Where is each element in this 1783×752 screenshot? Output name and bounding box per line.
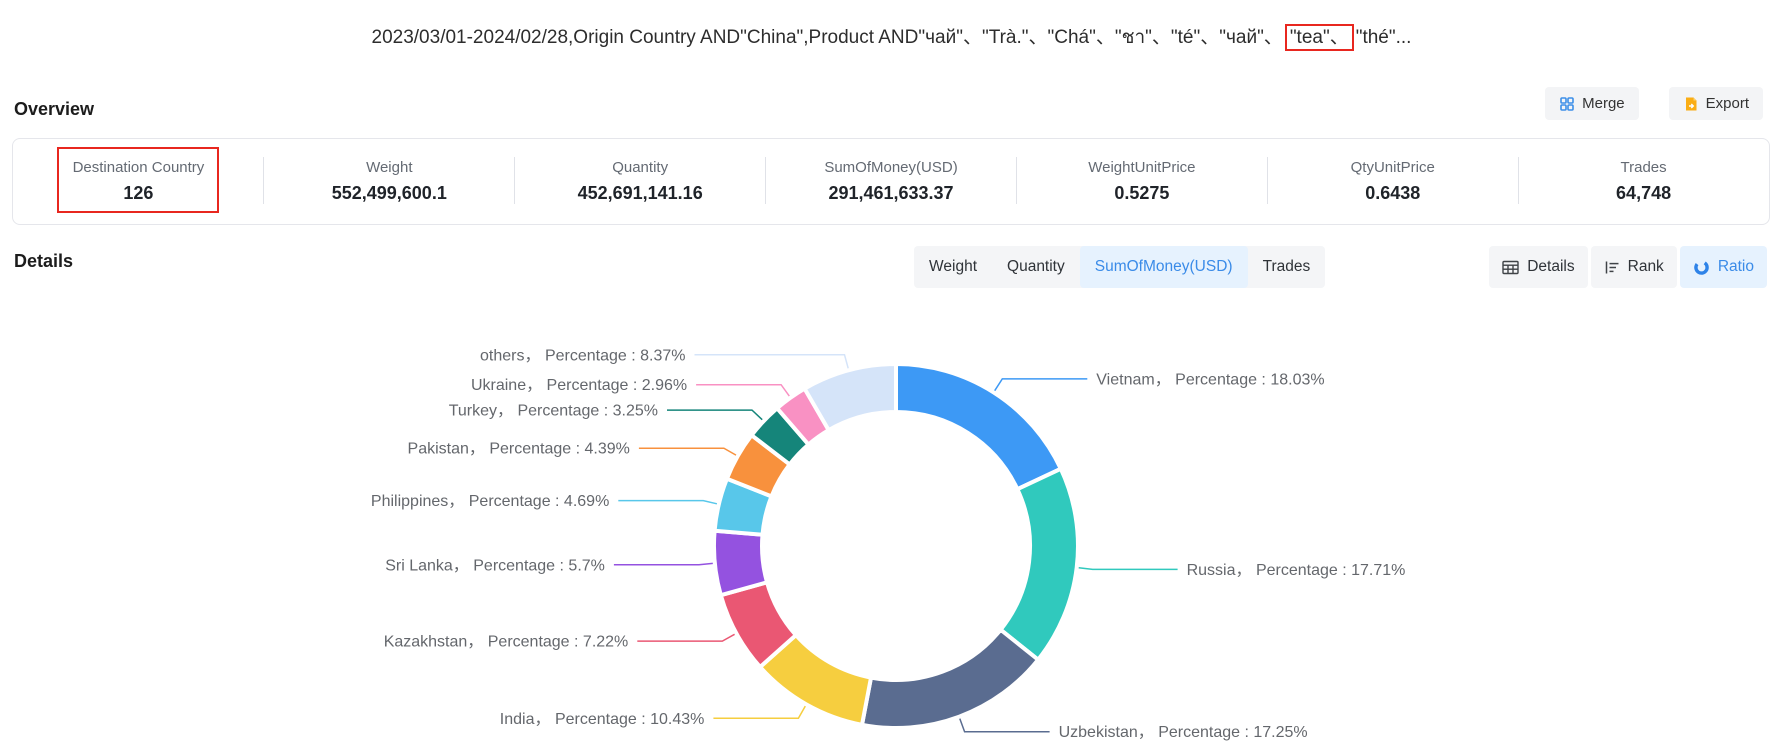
pie-leader-others <box>695 355 849 369</box>
pie-label-vietnam: Vietnam， Percentage : 18.03% <box>1096 371 1324 388</box>
details-heading: Details <box>14 251 73 272</box>
stat-quantity: Quantity 452,691,141.16 <box>515 139 766 224</box>
stat-weightunitprice: WeightUnitPrice 0.5275 <box>1016 139 1267 224</box>
export-icon <box>1683 96 1699 112</box>
pie-leader-india <box>713 706 805 718</box>
stat-label: SumOfMoney(USD) <box>824 159 957 176</box>
pie-leader-pakistan <box>639 448 736 455</box>
pie-label-uzbekistan: Uzbekistan， Percentage : 17.25% <box>1059 724 1308 741</box>
pie-leader-philippines <box>618 501 717 504</box>
page: 2023/03/01-2024/02/28,Origin Country AND… <box>0 0 1783 752</box>
pie-label-pakistan: Pakistan， Percentage : 4.39% <box>408 441 630 458</box>
pie-leader-sri-lanka <box>614 563 713 564</box>
pie-leader-kazakhstan <box>637 634 734 641</box>
pie-label-philippines: Philippines， Percentage : 4.69% <box>371 493 609 510</box>
pie-leader-russia <box>1079 568 1178 570</box>
pie-slice-sri-lanka[interactable] <box>714 531 767 596</box>
stat-value: 0.6438 <box>1365 183 1420 204</box>
pie-label-kazakhstan: Kazakhstan， Percentage : 7.22% <box>384 634 629 651</box>
stat-qtyunitprice: QtyUnitPrice 0.6438 <box>1267 139 1518 224</box>
view-tab-label: Ratio <box>1718 258 1754 276</box>
pie-slice-russia[interactable] <box>1001 469 1078 660</box>
merge-button[interactable]: Merge <box>1545 87 1639 120</box>
pie-slice-vietnam[interactable] <box>896 364 1061 489</box>
donut-icon <box>1693 259 1710 276</box>
donut-chart: Vietnam， Percentage : 18.03% Russia， Perc… <box>0 280 1783 752</box>
pie-leader-vietnam <box>995 379 1088 391</box>
title-text-suffix: "thé"... <box>1356 27 1412 48</box>
stat-sumofmoney-usd: SumOfMoney(USD) 291,461,633.37 <box>766 139 1017 224</box>
table-icon <box>1502 260 1519 275</box>
export-button-label: Export <box>1706 95 1749 112</box>
pie-slice-uzbekistan[interactable] <box>862 630 1038 728</box>
overview-heading: Overview <box>14 99 94 120</box>
stat-label: Trades <box>1621 159 1667 176</box>
title-text-prefix: 2023/03/01-2024/02/28,Origin Country AND… <box>372 27 1283 48</box>
stat-label: QtyUnitPrice <box>1351 159 1435 176</box>
rank-icon <box>1604 260 1620 275</box>
title-highlight-box: "tea"、 <box>1285 24 1354 51</box>
stat-destination-country: Destination Country 126 <box>13 139 264 224</box>
stat-value: 291,461,633.37 <box>828 183 953 204</box>
pie-label-india: India， Percentage : 10.43% <box>500 711 705 728</box>
stat-value: 0.5275 <box>1114 183 1169 204</box>
stat-value: 552,499,600.1 <box>332 183 447 204</box>
pie-label-russia: Russia， Percentage : 17.71% <box>1187 562 1406 579</box>
export-button[interactable]: Export <box>1669 87 1763 120</box>
stat-value: 126 <box>123 183 153 204</box>
stat-weight: Weight 552,499,600.1 <box>264 139 515 224</box>
view-tab-label: Rank <box>1628 258 1664 276</box>
page-title: 2023/03/01-2024/02/28,Origin Country AND… <box>0 22 1783 52</box>
stat-trades: Trades 64,748 <box>1518 139 1769 224</box>
pie-label-sri-lanka: Sri Lanka， Percentage : 5.7% <box>385 557 605 574</box>
pie-leader-uzbekistan <box>960 719 1050 732</box>
stat-label: Destination Country <box>73 159 205 176</box>
pie-leader-ukraine <box>696 385 789 396</box>
pie-label-others: others， Percentage : 8.37% <box>480 347 685 364</box>
pie-label-ukraine: Ukraine， Percentage : 2.96% <box>471 377 687 394</box>
overview-actions: Merge Export <box>1545 87 1763 120</box>
stat-label: Quantity <box>612 159 668 176</box>
stat-label: WeightUnitPrice <box>1088 159 1195 176</box>
stat-value: 64,748 <box>1616 183 1671 204</box>
stat-label: Weight <box>366 159 412 176</box>
stat-value: 452,691,141.16 <box>578 183 703 204</box>
overview-stats-card: Destination Country 126 Weight 552,499,600.… <box>12 138 1770 225</box>
view-tab-label: Details <box>1527 258 1574 276</box>
merge-icon <box>1559 96 1575 112</box>
pie-leader-turkey <box>667 410 762 420</box>
merge-button-label: Merge <box>1582 95 1625 112</box>
pie-label-turkey: Turkey， Percentage : 3.25% <box>449 403 658 420</box>
